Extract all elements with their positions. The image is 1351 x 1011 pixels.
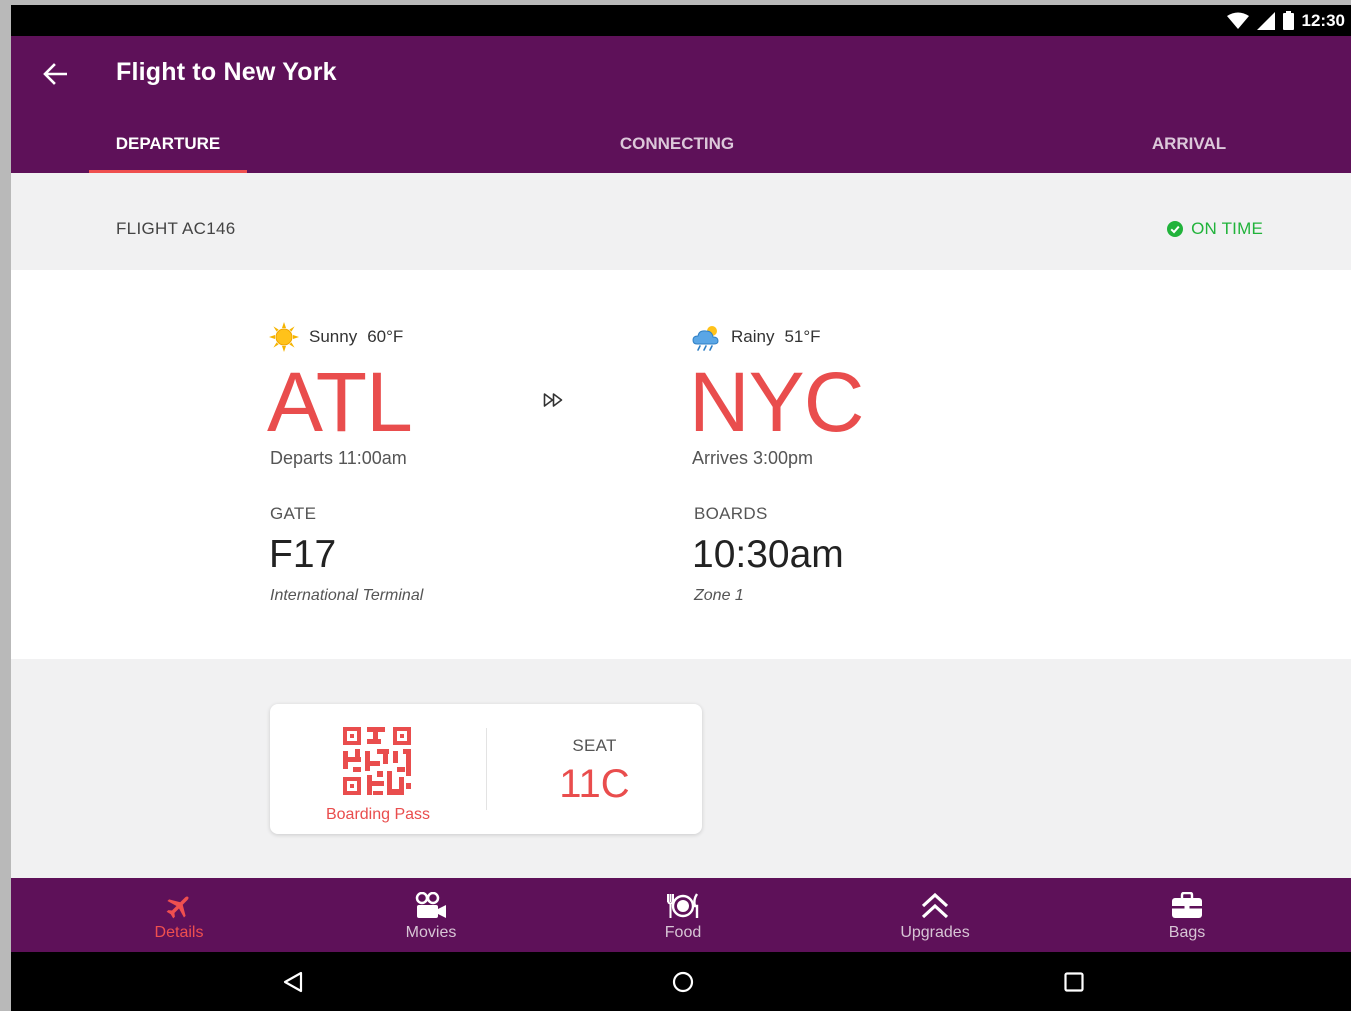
- gate-terminal: International Terminal: [270, 587, 424, 604]
- cell-signal-icon: [1256, 11, 1275, 30]
- flight-number: FLIGHT AC146: [116, 219, 236, 238]
- airplane-icon: [166, 896, 189, 919]
- back-button[interactable]: [37, 56, 73, 92]
- tab-arrival[interactable]: ARRIVAL: [1131, 114, 1247, 173]
- tab-connecting-label: CONNECTING: [619, 133, 735, 153]
- boards-label: BOARDS: [694, 504, 768, 523]
- flight-header: FLIGHT AC146 ON TIME: [11, 173, 1351, 270]
- arrival-time: Arrives 3:00pm: [692, 448, 814, 468]
- page-title: Flight to New York: [116, 58, 337, 86]
- tab-arrival-label: ARRIVAL: [1151, 133, 1227, 153]
- nav-details[interactable]: Details: [53, 878, 305, 952]
- tab-departure[interactable]: DEPARTURE: [89, 114, 247, 173]
- arrival-weather-condition: Rainy: [731, 327, 775, 346]
- arrival-weather-temp: 51°F: [784, 327, 821, 346]
- tab-bar: DEPARTURE CONNECTING ARRIVAL: [11, 114, 1351, 173]
- seat-value: 11C: [559, 762, 630, 806]
- bottom-navigation: Details Movies Food Upgrades Bags: [11, 878, 1351, 952]
- briefcase-icon: [1172, 892, 1202, 918]
- status-time: 12:30: [1301, 10, 1345, 30]
- gate-label: GATE: [270, 504, 317, 523]
- nav-details-label: Details: [154, 924, 204, 941]
- departure-weather-condition: Sunny: [309, 327, 358, 346]
- battery-icon: [1282, 11, 1294, 30]
- nav-upgrades[interactable]: Upgrades: [809, 878, 1061, 952]
- status-bar: 12:30: [11, 5, 1351, 36]
- arrival-weather: Rainy 51°F: [691, 322, 821, 352]
- nav-bags-label: Bags: [1168, 924, 1206, 941]
- system-back-button[interactable]: [273, 964, 313, 1000]
- system-home-button[interactable]: [663, 964, 703, 1000]
- nav-food-label: Food: [664, 924, 702, 941]
- departure-time: Departs 11:00am: [270, 448, 407, 468]
- nav-food[interactable]: Food: [557, 878, 809, 952]
- arrival-airport-code: NYC: [689, 355, 864, 449]
- status-badge: ON TIME: [1167, 219, 1263, 239]
- tab-departure-label: DEPARTURE: [115, 133, 221, 153]
- gate-value: F17: [269, 533, 337, 576]
- double-chevron-up-icon: [921, 892, 949, 919]
- fast-forward-icon: [543, 393, 563, 407]
- boarding-pass-card: Boarding Pass SEAT 11C: [270, 704, 702, 834]
- qr-code-icon: [343, 727, 411, 795]
- app-bar: Flight to New York DEPARTURE CONNECTING …: [11, 36, 1351, 173]
- movie-camera-icon: [415, 892, 446, 918]
- nav-movies[interactable]: Movies: [305, 878, 557, 952]
- status-icons: 12:30: [1226, 5, 1345, 36]
- seat-label: SEAT: [572, 736, 617, 755]
- triangle-back-icon: [283, 971, 303, 993]
- arrow-left-icon: [43, 63, 67, 85]
- departure-weather: Sunny 60°F: [269, 322, 403, 352]
- system-navigation-bar: [11, 952, 1351, 1011]
- boarding-pass-label: Boarding Pass: [325, 806, 431, 823]
- nav-bags[interactable]: Bags: [1061, 878, 1313, 952]
- circle-home-icon: [672, 971, 694, 993]
- boards-value: 10:30am: [692, 533, 844, 576]
- nav-upgrades-label: Upgrades: [900, 924, 970, 941]
- wifi-icon: [1226, 12, 1249, 29]
- sun-icon: [269, 322, 299, 352]
- plate-cutlery-icon: [667, 893, 699, 918]
- departure-weather-temp: 60°F: [367, 327, 404, 346]
- system-recents-button[interactable]: [1054, 964, 1094, 1000]
- boarding-pass-button[interactable]: Boarding Pass: [270, 704, 486, 834]
- check-circle-icon: [1167, 221, 1184, 237]
- square-recents-icon: [1064, 972, 1084, 992]
- boarding-zone: Zone 1: [694, 587, 744, 604]
- departure-airport-code: ATL: [267, 355, 413, 449]
- rain-cloud-icon: [692, 326, 719, 351]
- nav-movies-label: Movies: [405, 924, 457, 941]
- tab-connecting[interactable]: CONNECTING: [601, 114, 753, 173]
- status-text: ON TIME: [1191, 219, 1263, 238]
- flight-details: Sunny 60°F ATL Departs 11:00am GATE F17 …: [11, 270, 1351, 659]
- app-screen: 12:30 Flight to New York DEPARTURE CONNE…: [11, 5, 1351, 1011]
